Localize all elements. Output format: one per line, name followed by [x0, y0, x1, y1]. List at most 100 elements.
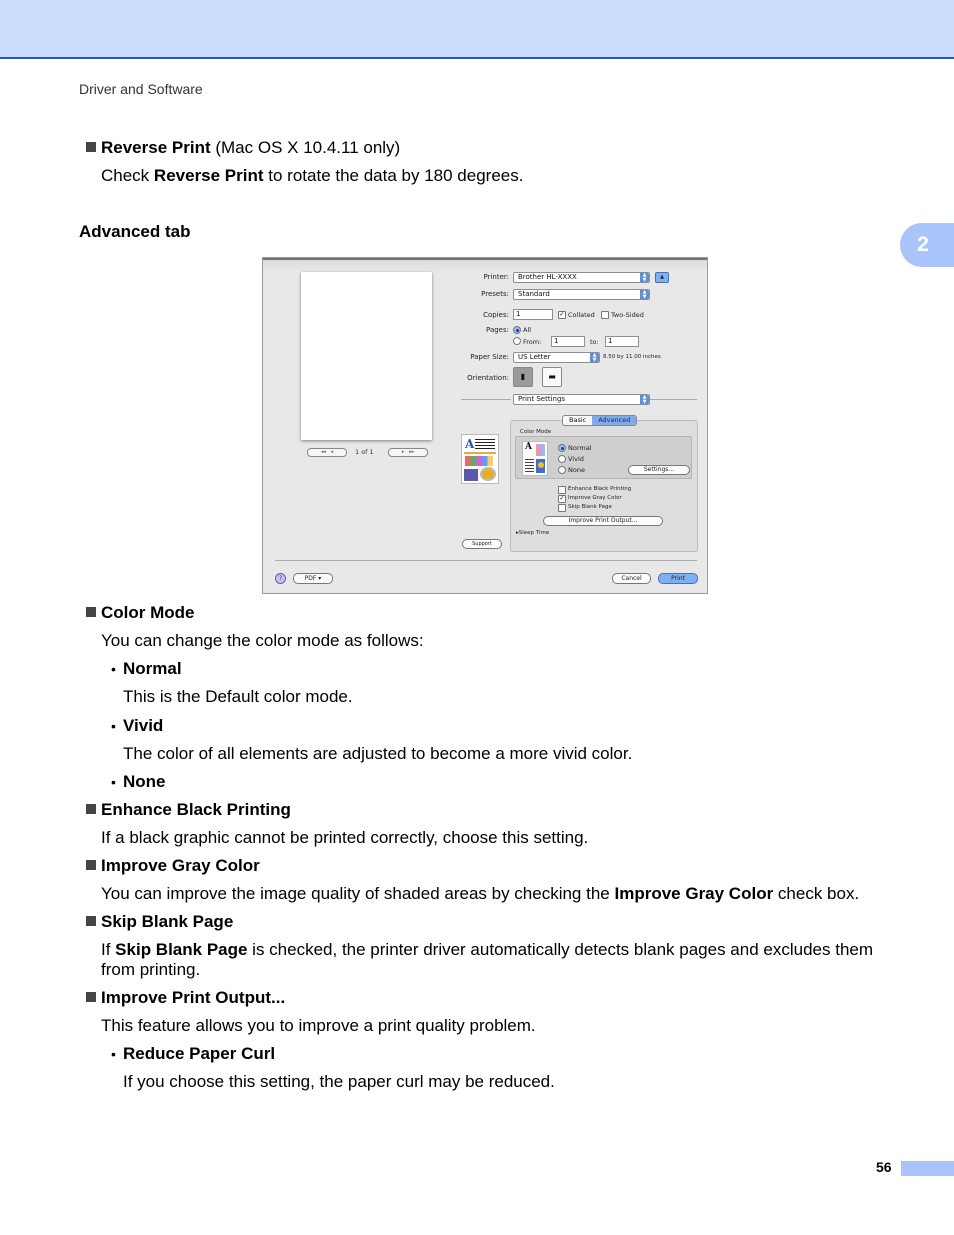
orientation-label: Orientation:: [467, 374, 509, 382]
header-band: [0, 0, 954, 59]
pages-from-label: From:: [523, 338, 542, 346]
presets-label: Presets:: [481, 290, 509, 298]
pages-from-radio[interactable]: [513, 337, 521, 345]
improve-gray-body: You can improve the image quality of sha…: [101, 884, 859, 904]
reverse-print-suffix: (Mac OS X 10.4.11 only): [210, 138, 401, 157]
text: to rotate the data by 180 degrees.: [263, 166, 524, 185]
improve-print-output-button[interactable]: Improve Print Output...: [543, 516, 663, 526]
text: Check: [101, 166, 154, 185]
paper-size-value: US Letter: [518, 353, 551, 361]
driver-preview-image: A: [461, 434, 499, 484]
letter-a-graphic: A: [465, 437, 475, 451]
vivid-desc: The color of all elements are adjusted t…: [123, 744, 633, 763]
dialog-toolbar: [263, 258, 707, 270]
print-dialog: ◂◂ ◂ 1 of 1 ▸ ▸▸ Printer: Brother HL-XXX…: [262, 257, 708, 594]
enhance-black-checkbox[interactable]: [558, 486, 566, 494]
color-mode-vivid-radio[interactable]: [558, 455, 566, 463]
text-bold: Skip Blank Page: [115, 940, 248, 959]
two-sided-checkbox[interactable]: [601, 311, 609, 319]
reverse-print-title: Reverse Print: [101, 138, 211, 157]
collated-label: Collated: [568, 311, 595, 319]
copies-input[interactable]: 1: [513, 309, 553, 320]
color-mode-none-label: None: [568, 466, 585, 474]
reverse-print-body: Check Reverse Print to rotate the data b…: [101, 166, 523, 186]
copies-label: Copies:: [483, 311, 509, 319]
page-preview: [301, 272, 432, 440]
support-button[interactable]: Support: [462, 539, 502, 549]
improve-output-body: This feature allows you to improve a pri…: [101, 1016, 536, 1035]
bullet-square-icon: [86, 804, 96, 814]
cancel-button[interactable]: Cancel: [612, 573, 651, 584]
enhance-black-label: Enhance Black Printing: [568, 486, 632, 492]
divider: [461, 399, 511, 400]
chapter-tab[interactable]: 2: [900, 223, 954, 267]
pages-to-input[interactable]: 1: [605, 336, 639, 347]
bullet-square-icon: [86, 607, 96, 617]
presets-select[interactable]: Standard ▲ ▼: [513, 289, 650, 300]
reduce-curl-desc: If you choose this setting, the paper cu…: [123, 1072, 555, 1091]
text: check box.: [773, 884, 860, 903]
color-mode-normal-radio[interactable]: [558, 444, 566, 452]
sleep-time-label: Sleep Time: [518, 530, 550, 536]
running-head: Driver and Software: [79, 81, 203, 97]
normal-heading: Normal: [123, 659, 182, 678]
pages-all-label: All: [523, 326, 532, 334]
bullet-dot-icon: •: [111, 1046, 116, 1062]
printer-label: Printer:: [483, 273, 509, 281]
collapse-dialog-button[interactable]: ▲: [655, 272, 669, 283]
portrait-orientation-icon[interactable]: ▮: [513, 367, 533, 387]
pages-from-input[interactable]: 1: [551, 336, 585, 347]
paper-size-dimensions: 8.50 by 11.00 inches: [603, 354, 661, 360]
normal-desc: This is the Default color mode.: [123, 687, 353, 706]
panel-select-value: Print Settings: [518, 395, 566, 403]
help-button[interactable]: ?: [275, 573, 286, 584]
panel-select[interactable]: Print Settings ▲ ▼: [513, 394, 650, 405]
collated-checkbox[interactable]: ✓: [558, 311, 566, 319]
sleep-time-disclosure[interactable]: ▸Sleep Time: [516, 530, 549, 536]
settings-button[interactable]: Settings...: [628, 465, 690, 475]
text: If: [101, 940, 116, 959]
text-bold: Reverse Print: [153, 166, 264, 185]
tab-basic[interactable]: Basic: [563, 416, 592, 425]
next-last-page-buttons[interactable]: ▸ ▸▸: [388, 448, 428, 457]
sunflower-graphic: [536, 459, 545, 473]
letter-a-graphic: A: [525, 442, 532, 452]
color-mode-preview-image: A: [522, 441, 548, 476]
tab-advanced[interactable]: Advanced: [592, 416, 637, 425]
first-prev-page-buttons[interactable]: ◂◂ ◂: [307, 448, 347, 457]
paper-size-select[interactable]: US Letter ▲ ▼: [513, 352, 600, 363]
enhance-black-heading: Enhance Black Printing: [101, 800, 291, 819]
page-number: 56: [876, 1159, 892, 1175]
section-heading: Advanced tab: [79, 222, 191, 241]
skip-blank-body: If Skip Blank Page is checked, the print…: [101, 940, 873, 960]
updown-arrows-icon: ▲ ▼: [640, 273, 649, 282]
updown-arrows-icon: ▲ ▼: [640, 290, 649, 299]
updown-arrows-icon: ▲ ▼: [640, 395, 649, 404]
page-number-bar: [901, 1161, 954, 1176]
text: is checked, the printer driver automatic…: [247, 940, 874, 959]
pdf-button[interactable]: PDF ▾: [293, 573, 333, 584]
reduce-curl-heading: Reduce Paper Curl: [123, 1044, 276, 1063]
presets-value: Standard: [518, 290, 550, 298]
tab-bar: Basic Advanced: [562, 415, 638, 426]
bullet-dot-icon: •: [111, 661, 116, 677]
pages-all-radio[interactable]: [513, 326, 521, 334]
enhance-black-body: If a black graphic cannot be printed cor…: [101, 828, 589, 847]
improve-gray-checkbox[interactable]: ✓: [558, 495, 566, 503]
vivid-heading: Vivid: [123, 716, 164, 735]
bullet-dot-icon: •: [111, 718, 116, 734]
bullet-square-icon: [86, 916, 96, 926]
bullet-square-icon: [86, 142, 96, 152]
landscape-orientation-icon[interactable]: ▬: [542, 367, 562, 387]
skip-blank-checkbox[interactable]: [558, 504, 566, 512]
color-mode-intro: You can change the color mode as follows…: [101, 631, 424, 650]
print-button[interactable]: Print: [658, 573, 698, 584]
color-mode-none-radio[interactable]: [558, 466, 566, 474]
text-bold: Improve Gray Color: [614, 884, 774, 903]
color-mode-normal-label: Normal: [568, 444, 592, 452]
improve-gray-heading: Improve Gray Color: [101, 856, 260, 875]
two-sided-label: Two-Sided: [611, 311, 644, 319]
text-lines-graphic: [475, 439, 495, 449]
printer-select[interactable]: Brother HL-XXXX ▲ ▼: [513, 272, 650, 283]
bullet-square-icon: [86, 992, 96, 1002]
